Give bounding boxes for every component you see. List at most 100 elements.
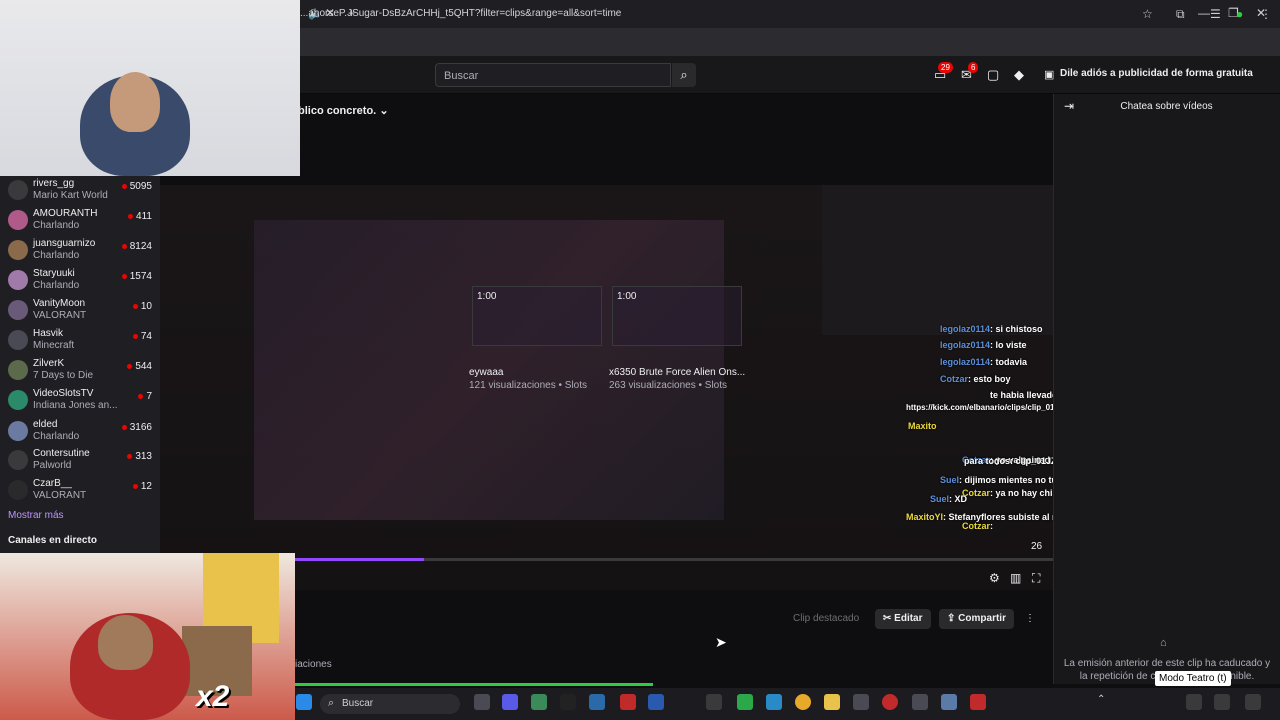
mouse-cursor-icon: ➤ — [715, 634, 727, 650]
search-icon: ⌕ — [680, 67, 688, 82]
theatre-mode-icon[interactable]: ▥ — [1010, 571, 1021, 585]
overlay-chat-line: Cotzar: esto boy — [940, 374, 1011, 384]
avatar — [8, 180, 28, 200]
overlay-chat-line: legolaz0114: lo viste — [940, 340, 1027, 350]
ad-free-promo-link[interactable]: Dile adiós a publicidad de forma gratuit… — [1060, 68, 1253, 79]
taskbar-search-icon: ⌕ — [328, 697, 335, 709]
chevron-down-icon: ⌄ — [379, 105, 389, 117]
ad-free-icon[interactable]: ▣ — [1044, 68, 1054, 81]
minimize-icon[interactable]: — — [1198, 6, 1210, 20]
sidebar-channel[interactable]: rivers_gg Mario Kart World 5095 — [0, 177, 160, 207]
avatar — [8, 270, 28, 290]
overlay-chat-line: Cotzar: — [962, 521, 994, 531]
teams-icon[interactable] — [502, 694, 518, 710]
url-text[interactable]: ...ahorseP.JSugar-DsBzArCHHj_t5QHT?filte… — [300, 8, 621, 19]
volume-icon[interactable] — [1214, 694, 1230, 710]
scissors-icon: ✂ — [883, 613, 895, 624]
browser-menu-icon[interactable]: ⋮ — [1260, 7, 1272, 21]
live-channels-heading: Canales en directo — [8, 535, 97, 546]
theatre-mode-tooltip: Modo Teatro (t) — [1155, 671, 1231, 686]
store-icon[interactable] — [531, 694, 547, 710]
overlay-chat-line: Maxito — [908, 421, 937, 431]
avatar — [8, 330, 28, 350]
search-input[interactable]: Buscar — [435, 63, 671, 87]
streamer-face — [110, 72, 160, 132]
network-icon[interactable] — [1186, 694, 1202, 710]
crown-icon[interactable]: ◆ — [1014, 67, 1024, 83]
app-icon[interactable] — [970, 694, 986, 710]
sidebar-channel[interactable]: CzarB__ VALORANT 12 — [0, 477, 160, 507]
sidebar-channel[interactable]: ZilverK 7 Days to Die 544 — [0, 357, 160, 387]
settings-gear-icon[interactable]: ⚙ — [989, 571, 1000, 585]
overlay-chat-line: legolaz0114: si chistoso — [940, 324, 1043, 334]
sidebar-channel[interactable]: elded Charlando 3166 — [0, 418, 160, 448]
featured-clip-button[interactable]: Clip destacado — [793, 609, 859, 629]
app-icon[interactable] — [620, 694, 636, 710]
overlay-progress-line — [295, 683, 653, 686]
file-explorer-icon[interactable] — [824, 694, 840, 710]
profile-avatar-icon[interactable]: ● — [1236, 7, 1243, 21]
overlay-chat-line: Suel: XD — [930, 494, 968, 504]
avatar — [8, 421, 28, 441]
sidebar-channel[interactable]: VanityMoon VALORANT 10 — [0, 297, 160, 327]
webcam-overlay-bottom — [0, 553, 295, 720]
app-icon[interactable] — [706, 694, 722, 710]
share-icon: ⇪ — [947, 613, 959, 624]
app-icon[interactable] — [853, 694, 869, 710]
seek-bar-fill — [295, 558, 424, 561]
streamer-cam-in-video — [822, 185, 1053, 335]
clip-meta-2: 263 visualizaciones • Slots — [609, 380, 728, 391]
edge-icon[interactable] — [766, 694, 782, 710]
avatar — [8, 450, 28, 470]
share-button[interactable]: ⇪ Compartir — [939, 609, 1014, 629]
chat-unavailable-icon: ⌂ — [1160, 637, 1167, 649]
notification-center-icon[interactable] — [1245, 694, 1261, 710]
chat-title: Chatea sobre vídeos — [1120, 101, 1213, 112]
chrome-icon[interactable] — [795, 694, 811, 710]
edit-button[interactable]: ✂ Editar — [875, 609, 931, 629]
steam-icon[interactable] — [941, 694, 957, 710]
clip-card-1[interactable]: 1:00 — [472, 286, 602, 346]
outlook-icon[interactable] — [648, 694, 664, 710]
screen: 🔈 ✕ + — ❐ ✕ ...ahorseP.JSugar-DsBzArCHHj… — [0, 0, 1280, 720]
whatsapp-icon[interactable] — [737, 694, 753, 710]
clip-card-2[interactable]: 1:00 — [612, 286, 742, 346]
avatar — [8, 360, 28, 380]
avatar — [8, 390, 28, 410]
show-more-link[interactable]: Mostrar más — [8, 510, 64, 521]
tray-chevron-icon[interactable]: ⌃ — [1097, 694, 1113, 710]
overlay-chat-line: legolaz0114: todavia — [940, 357, 1028, 367]
taskbar-search[interactable]: Buscar — [320, 694, 460, 714]
whispers-icon[interactable]: ▢ — [987, 67, 999, 83]
sidebar-channel[interactable]: VideoSlotsTV Indiana Jones an... 7 — [0, 387, 160, 417]
views-label: iaciones — [295, 659, 332, 670]
sidebar-channel[interactable]: Hasvik Minecraft 74 — [0, 327, 160, 357]
app-icon[interactable] — [589, 694, 605, 710]
bookmark-star-icon[interactable]: ☆ — [1142, 7, 1153, 21]
windows-start-icon[interactable] — [296, 694, 312, 710]
extensions-icon[interactable]: ⧉ — [1176, 7, 1185, 22]
tiktok-icon[interactable] — [560, 694, 576, 710]
task-view-icon[interactable] — [474, 694, 490, 710]
more-options-icon[interactable]: ⋮ — [1025, 609, 1035, 629]
avatar — [8, 480, 28, 500]
app-icon[interactable] — [912, 694, 928, 710]
clip-title-1[interactable]: eywaaa — [469, 367, 503, 378]
sidebar-channel[interactable]: Contersutine Palworld 313 — [0, 447, 160, 477]
sidebar-channel[interactable]: AMOURANTH Charlando 411 — [0, 207, 160, 237]
sidebar-channel[interactable]: Staryuuki Charlando 1574 — [0, 267, 160, 297]
clip-meta-1: 121 visualizaciones • Slots — [469, 380, 588, 391]
multiplier-overlay: x2 — [196, 680, 230, 713]
media-control-icon[interactable]: ☰ — [1210, 7, 1221, 21]
overlay-viewer-count: 26 — [1031, 541, 1043, 552]
app-icon[interactable] — [882, 694, 898, 710]
clip-title-2[interactable]: x6350 Brute Force Alien Ons... — [609, 367, 745, 378]
webcam-overlay-top — [0, 0, 300, 176]
avatar — [8, 300, 28, 320]
filter-dropdown[interactable]: blico concreto. ⌄ — [298, 104, 389, 117]
search-button[interactable]: ⌕ — [672, 63, 696, 87]
reactor-face — [98, 615, 153, 670]
sidebar-channel[interactable]: juansguarnizo Charlando 8124 — [0, 237, 160, 267]
fullscreen-icon[interactable]: ⛶ — [1032, 571, 1040, 586]
notifications-badge: 29 — [938, 62, 953, 73]
